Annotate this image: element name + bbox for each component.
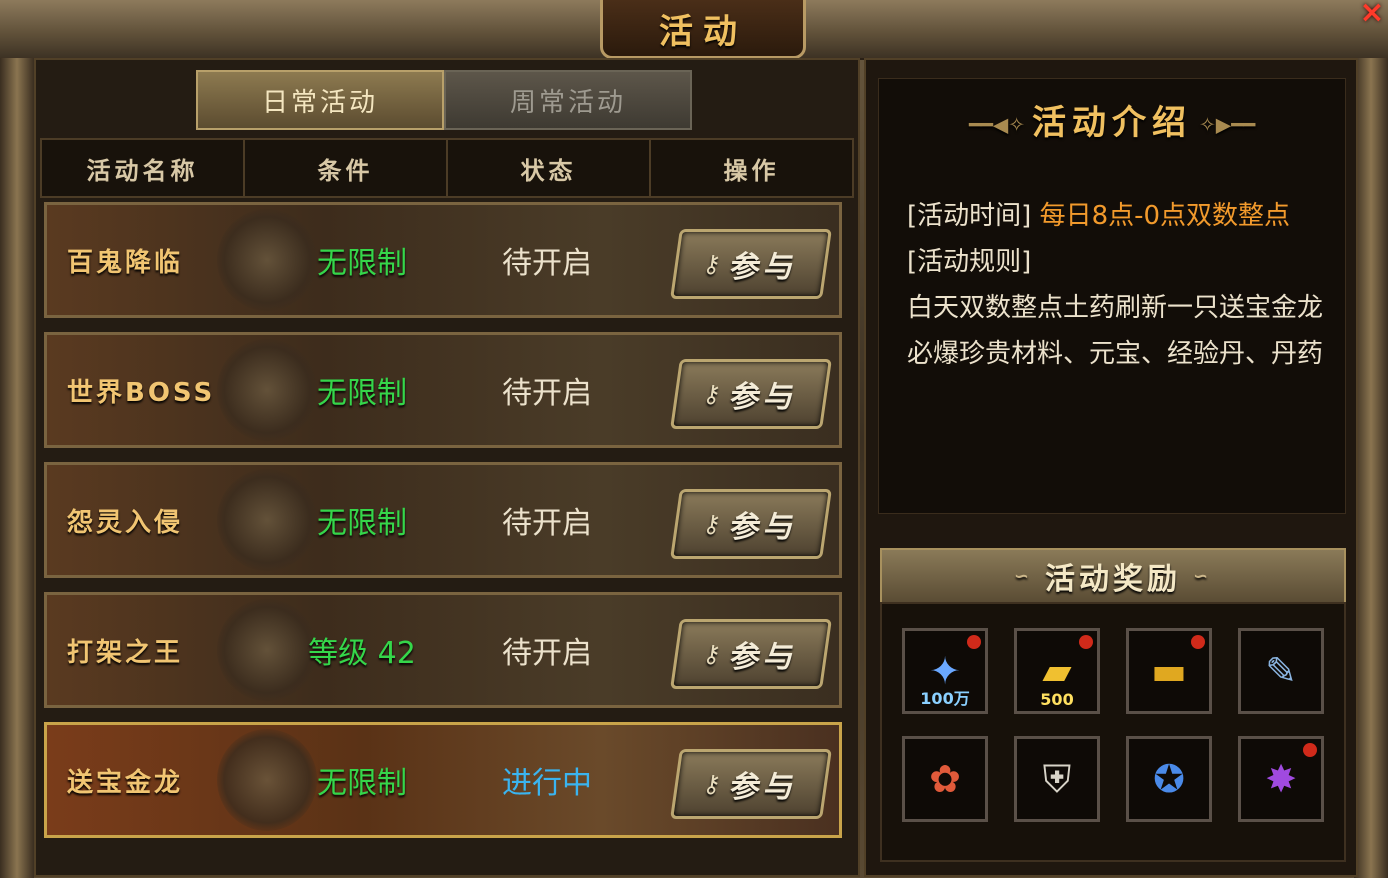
key-icon: ⚷ [701,640,727,668]
reward-slot[interactable]: ✪ [1126,736,1212,822]
key-icon: ⚷ [701,380,727,408]
key-icon: ⚷ [701,250,727,278]
activity-status: 进行中 [502,766,592,801]
rewards-title: 活动奖励 [1045,562,1181,597]
activity-window: 活动 × 日常活动 周常活动 活动名称 条件 状态 操作 百鬼降临 无限制 待开… [0,0,1388,878]
activity-row-fight-king: 打架之王 等级 42 待开启 ⚷ 参与 [44,592,842,708]
activity-name: 怨灵入侵 [67,507,184,538]
time-value: 每日8点-0点双数整点 [1039,201,1291,231]
activity-condition: 等级 42 [308,636,416,671]
join-label: 参与 [727,510,801,545]
header-activity-name: 活动名称 [42,140,245,196]
join-button[interactable]: ⚷ 参与 [670,359,832,429]
intro-title-text: 活动介绍 [1032,103,1192,143]
join-button[interactable]: ⚷ 参与 [670,749,832,819]
activity-status: 待开启 [502,636,592,671]
rewards-header: ∽ 活动奖励 ∽ [880,548,1346,604]
join-button[interactable]: ⚷ 参与 [670,229,832,299]
left-flourish-icon: ∽ [1013,565,1033,587]
activity-condition: 无限制 [317,766,407,801]
header-condition: 条件 [245,140,448,196]
right-flourish-icon: ✧▶━━ [1192,112,1256,137]
activity-condition: 无限制 [317,506,407,541]
join-button[interactable]: ⚷ 参与 [670,619,832,689]
activity-name: 百鬼降临 [67,247,184,278]
reward-qty: 100万 [920,689,970,708]
intro-time-line: [活动时间] 每日8点-0点双数整点 [907,195,1290,232]
reward-slot[interactable]: ▬ [1126,628,1212,714]
right-pillar-decoration [1354,58,1388,878]
join-label: 参与 [727,770,801,805]
activity-name: 世界BOSS [67,377,216,408]
reward-qty: 500 [1040,690,1074,709]
time-label: [活动时间] [907,201,1032,231]
activity-row-world-boss: 世界BOSS 无限制 待开启 ⚷ 参与 [44,332,842,448]
intro-box: ━━◀✧ 活动介绍 ✧▶━━ [活动时间] 每日8点-0点双数整点 [活动规则]… [878,78,1346,514]
activity-name: 送宝金龙 [67,767,184,798]
window-title: 活动 [600,0,806,59]
key-icon: ⚷ [701,770,727,798]
activity-name: 打架之王 [67,637,184,668]
reward-slot[interactable]: ⛨ [1014,736,1100,822]
tab-weekly-activities[interactable]: 周常活动 [444,70,692,130]
reward-slot[interactable]: ✎ [1238,628,1324,714]
red-flower-icon: ✿ [929,757,961,801]
intro-title: ━━◀✧ 活动介绍 ✧▶━━ [879,95,1345,144]
new-badge [967,635,981,649]
activity-condition: 无限制 [317,246,407,281]
join-label: 参与 [727,250,801,285]
activity-row-baigui: 百鬼降临 无限制 待开启 ⚷ 参与 [44,202,842,318]
join-button[interactable]: ⚷ 参与 [670,489,832,559]
reward-slot[interactable]: ✸ [1238,736,1324,822]
activity-row-golden-dragon: 送宝金龙 无限制 进行中 ⚷ 参与 [44,722,842,838]
reward-slot[interactable]: ▰ 500 [1014,628,1100,714]
rewards-grid: ✦ 100万 ▰ 500 ▬ ✎ ✿ ⛨ ✪ ✸ [880,602,1346,862]
join-label: 参与 [727,380,801,415]
rules-line-1: 白天双数整点土药刷新一只送宝金龙 [907,293,1324,323]
tab-daily-activities[interactable]: 日常活动 [196,70,444,130]
activity-detail-panel: ━━◀✧ 活动介绍 ✧▶━━ [活动时间] 每日8点-0点双数整点 [活动规则]… [864,58,1358,877]
left-pillar-decoration [0,58,34,878]
top-bar: 活动 × [0,0,1388,60]
rules-line-2: 必爆珍贵材料、元宝、经验丹、丹药 [907,339,1324,369]
key-icon: ⚷ [701,510,727,538]
activity-status: 待开启 [502,506,592,541]
activity-condition: 无限制 [317,376,407,411]
shield-icon: ⛨ [1042,756,1072,801]
activity-row-yuanling: 怨灵入侵 无限制 待开启 ⚷ 参与 [44,462,842,578]
header-status: 状态 [448,140,651,196]
close-icon[interactable]: × [1356,0,1388,28]
activity-status: 待开启 [502,246,592,281]
activity-list-panel: 日常活动 周常活动 活动名称 条件 状态 操作 百鬼降临 无限制 待开启 ⚷ 参与… [34,58,860,877]
scroll-icon: ✎ [1265,649,1297,693]
new-badge [1303,743,1317,757]
new-badge [1191,635,1205,649]
left-flourish-icon: ━━◀✧ [968,112,1032,137]
rules-label: [活动规则] [907,247,1032,277]
reward-slot[interactable]: ✦ 100万 [902,628,988,714]
blue-orb-icon: ✪ [1153,757,1185,801]
table-header: 活动名称 条件 状态 操作 [40,138,854,198]
header-action: 操作 [723,156,780,185]
new-badge [1079,635,1093,649]
right-flourish-icon: ∽ [1193,565,1213,587]
join-label: 参与 [727,640,801,675]
activity-status: 待开启 [502,376,592,411]
reward-slot[interactable]: ✿ [902,736,988,822]
